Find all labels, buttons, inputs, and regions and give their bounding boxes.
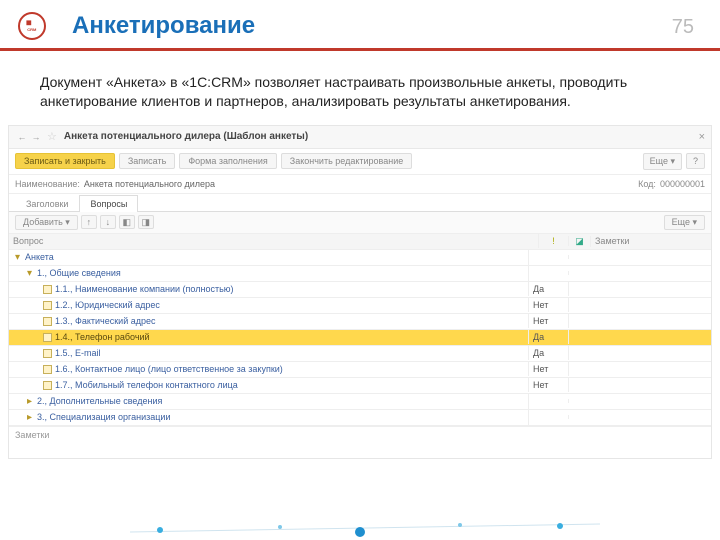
page-number: 75 — [672, 16, 694, 39]
svg-text:CRM: CRM — [27, 27, 37, 32]
row-text: 1.2., Юридический адрес — [55, 300, 160, 310]
name-value[interactable]: Анкета потенциального дилера — [84, 179, 215, 189]
row-text: 1.5., E-mail — [55, 348, 101, 358]
more-button[interactable]: Еще ▾ — [643, 153, 682, 170]
save-button[interactable]: Записать — [119, 153, 175, 169]
row-yn: Нет — [529, 298, 569, 312]
toolbar-icon-1[interactable]: ◧ — [119, 215, 135, 229]
row-text: 2., Дополнительные сведения — [37, 396, 162, 406]
row-yn: Нет — [529, 378, 569, 392]
table-row[interactable]: 1.5., E-mail Да — [9, 346, 711, 362]
slide-description: Документ «Анкета» в «1С:CRM» позволяет н… — [0, 51, 720, 125]
item-icon — [43, 317, 52, 326]
code-label: Код: — [638, 179, 656, 189]
favorite-star-icon[interactable]: ☆ — [47, 130, 57, 143]
notes-panel: Заметки — [9, 426, 711, 458]
row-text: 1., Общие сведения — [37, 268, 121, 278]
row-yn: Нет — [529, 362, 569, 376]
row-yn — [529, 255, 569, 259]
footer-decoration — [0, 514, 720, 540]
row-yn — [529, 415, 569, 419]
expand-icon[interactable]: ▾ — [15, 252, 25, 263]
item-icon — [43, 349, 52, 358]
row-yn: Да — [529, 346, 569, 360]
expand-icon[interactable]: ▾ — [27, 268, 37, 279]
add-button[interactable]: Добавить ▾ — [15, 215, 78, 230]
col-flag1-header[interactable]: ! — [539, 236, 569, 246]
tab-questions[interactable]: Вопросы — [79, 195, 138, 212]
item-icon — [43, 381, 52, 390]
table-row[interactable]: ▸3., Специализация организации — [9, 410, 711, 426]
table-row[interactable]: ▸2., Дополнительные сведения — [9, 394, 711, 410]
row-text: 3., Специализация организации — [37, 412, 170, 422]
app-titlebar: ← → ☆ Анкета потенциального дилера (Шабл… — [9, 126, 711, 149]
main-toolbar: Записать и закрыть Записать Форма заполн… — [9, 149, 711, 175]
close-icon[interactable]: × — [699, 131, 705, 143]
col-question-header[interactable]: Вопрос — [9, 234, 539, 248]
logo-icon: CRM — [24, 18, 40, 34]
row-text: 1.3., Фактический адрес — [55, 316, 156, 326]
grid-body: ▾Анкета▾1., Общие сведения1.1., Наименов… — [9, 250, 711, 426]
window-title: Анкета потенциального дилера (Шаблон анк… — [64, 131, 308, 142]
move-up-icon[interactable]: ↑ — [81, 215, 97, 229]
table-row[interactable]: 1.6., Контактное лицо (лицо ответственно… — [9, 362, 711, 378]
row-text: 1.4., Телефон рабочий — [55, 332, 150, 342]
notes-label: Заметки — [15, 430, 49, 440]
table-row[interactable]: 1.3., Фактический адрес Нет — [9, 314, 711, 330]
slide-header: CRM Анкетирование 75 — [0, 0, 720, 51]
table-row[interactable]: 1.1., Наименование компании (полностью) Д… — [9, 282, 711, 298]
expand-icon[interactable]: ▸ — [27, 412, 37, 423]
move-down-icon[interactable]: ↓ — [100, 215, 116, 229]
code-value[interactable]: 000000001 — [660, 179, 705, 189]
item-icon — [43, 365, 52, 374]
table-row[interactable]: 1.2., Юридический адрес Нет — [9, 298, 711, 314]
col-flag2-header[interactable]: ◪ — [569, 236, 591, 247]
expand-icon[interactable]: ▸ — [27, 396, 37, 407]
table-row[interactable]: 1.7., Мобильный телефон контактного лица… — [9, 378, 711, 394]
crm-logo: CRM — [18, 12, 46, 40]
sub-more-button[interactable]: Еще ▾ — [664, 215, 705, 230]
nav-back-icon[interactable]: ← — [15, 130, 29, 144]
row-text: Анкета — [25, 252, 54, 262]
finish-edit-button[interactable]: Закончить редактирование — [281, 153, 412, 169]
col-notes-header[interactable]: Заметки — [591, 234, 711, 248]
table-row[interactable]: ▾Анкета — [9, 250, 711, 266]
row-yn: Да — [529, 330, 569, 344]
grid-header: Вопрос ! ◪ Заметки — [9, 234, 711, 250]
name-label: Наименование: — [15, 179, 80, 189]
row-text: 1.6., Контактное лицо (лицо ответственно… — [55, 364, 283, 374]
row-yn — [529, 271, 569, 275]
row-text: 1.1., Наименование компании (полностью) — [55, 284, 234, 294]
questions-toolbar: Добавить ▾ ↑ ↓ ◧ ◨ Еще ▾ — [9, 212, 711, 234]
item-icon — [43, 301, 52, 310]
table-row[interactable]: ▾1., Общие сведения — [9, 266, 711, 282]
toolbar-icon-2[interactable]: ◨ — [138, 215, 154, 229]
table-row[interactable]: 1.4., Телефон рабочий Да — [9, 330, 711, 346]
row-yn: Нет — [529, 314, 569, 328]
row-yn: Да — [529, 282, 569, 296]
row-yn — [529, 399, 569, 403]
slide-title: Анкетирование — [72, 12, 255, 40]
item-icon — [43, 285, 52, 294]
help-button[interactable]: ? — [686, 153, 705, 169]
app-window: ← → ☆ Анкета потенциального дилера (Шабл… — [8, 125, 712, 459]
nav-fwd-icon[interactable]: → — [29, 130, 43, 144]
item-icon — [43, 333, 52, 342]
name-row: Наименование: Анкета потенциального диле… — [9, 175, 711, 194]
save-close-button[interactable]: Записать и закрыть — [15, 153, 115, 169]
row-text: 1.7., Мобильный телефон контактного лица — [55, 380, 238, 390]
fill-form-button[interactable]: Форма заполнения — [179, 153, 276, 169]
tabs: Заголовки Вопросы — [9, 194, 711, 212]
tab-headers[interactable]: Заголовки — [15, 195, 79, 212]
